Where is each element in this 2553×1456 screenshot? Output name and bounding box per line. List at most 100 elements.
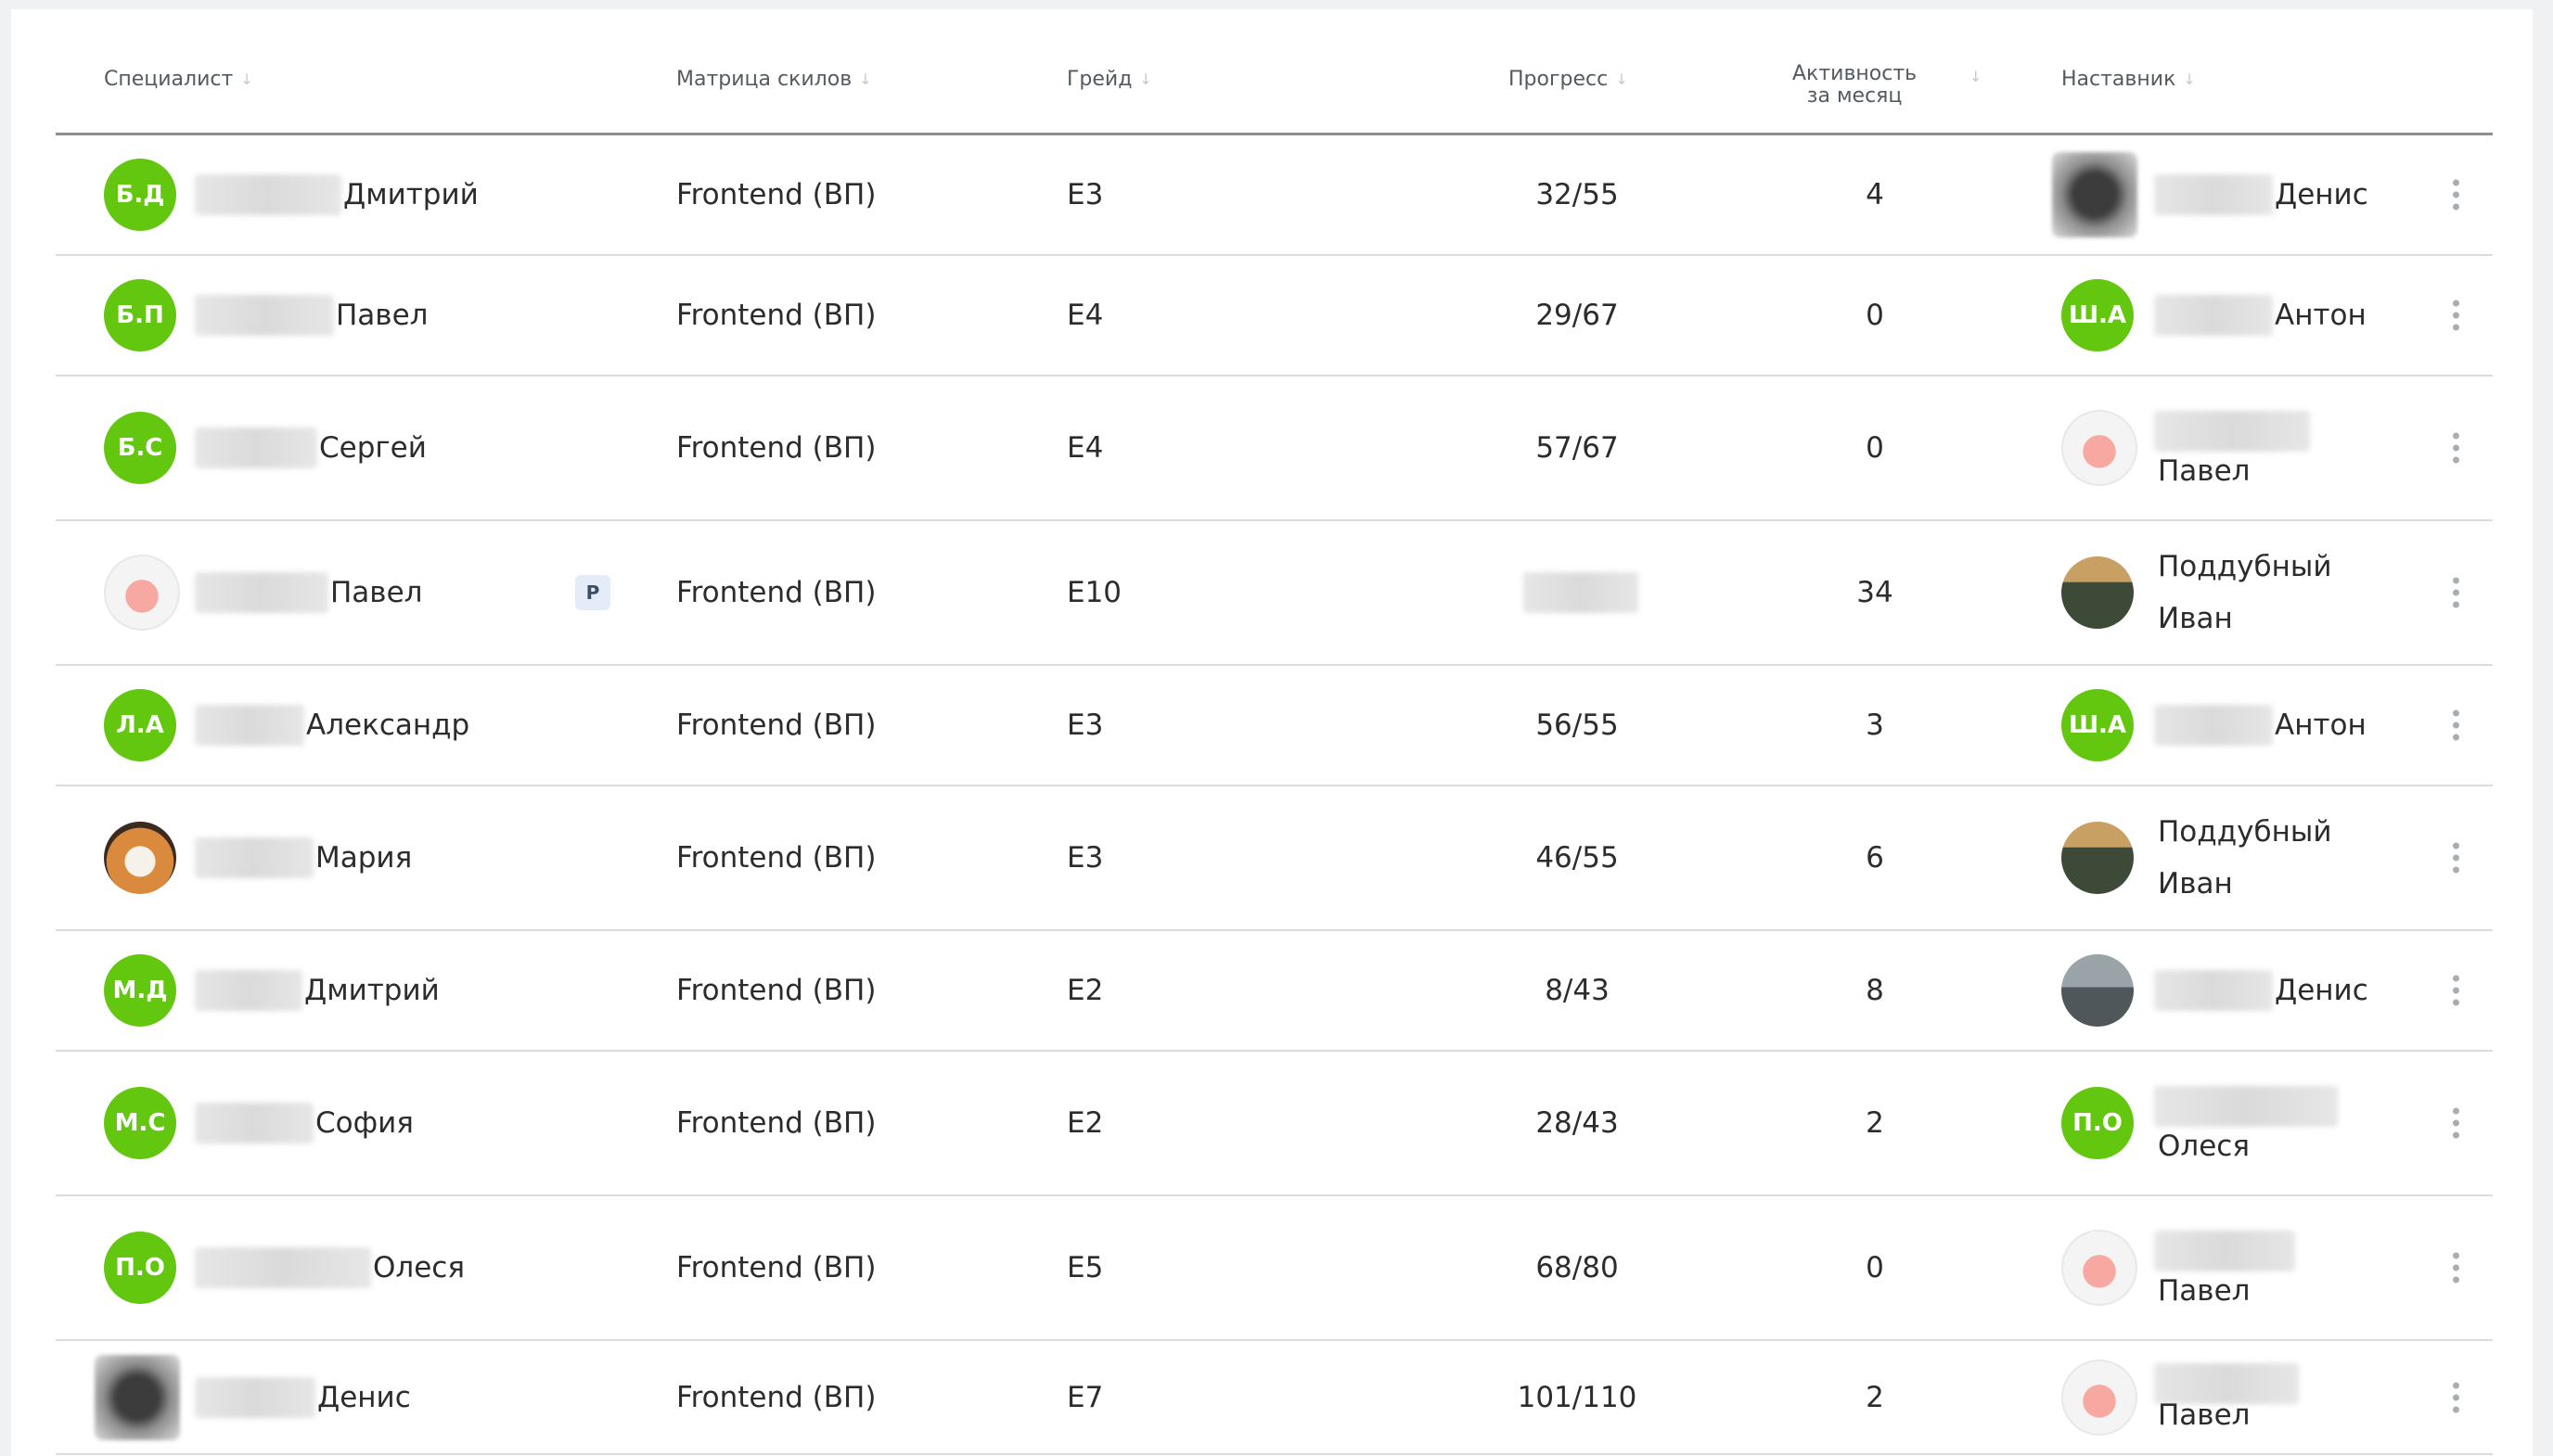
activity-count: 2 bbox=[1866, 1380, 1884, 1414]
row-menu-icon[interactable] bbox=[2450, 179, 2461, 211]
progress-value: 8/43 bbox=[1545, 974, 1610, 1007]
table-row[interactable]: П.О Олеся Frontend (ВП) E5 68/80 0 Павел bbox=[56, 1196, 2493, 1341]
menu-dot bbox=[2452, 999, 2459, 1006]
specialist-name[interactable]: София bbox=[315, 1106, 414, 1140]
table-row[interactable]: Б.С Сергей Frontend (ВП) E4 57/67 0 Павел bbox=[56, 377, 2493, 521]
column-header-activity[interactable]: Активность за месяц bbox=[1792, 63, 1917, 108]
mentor-name[interactable]: Павел bbox=[2158, 1399, 2250, 1432]
specialist-name[interactable]: Александр bbox=[306, 709, 469, 742]
redacted-mentor-surname bbox=[2154, 174, 2273, 215]
specialist-avatar: М.Д bbox=[104, 954, 176, 1027]
table-body: Б.Д Дмитрий Frontend (ВП) E3 32/55 4 Денис Б.П П… bbox=[56, 135, 2493, 1455]
mentor-name[interactable]: Поддубный Иван bbox=[2158, 806, 2332, 910]
row-menu-icon[interactable] bbox=[2450, 975, 2461, 1006]
grade: E4 bbox=[1067, 431, 1104, 465]
mentor-name[interactable]: Антон bbox=[2275, 299, 2367, 332]
sort-arrow-icon: ↓ bbox=[1139, 70, 1152, 88]
mentor-avatar: П.О bbox=[2061, 1087, 2134, 1159]
specialist-name[interactable]: Денис bbox=[317, 1381, 411, 1414]
activity-count: 8 bbox=[1866, 974, 1884, 1007]
column-header-matrix[interactable]: Матрица скилов ↓ bbox=[676, 68, 872, 91]
mentor-name[interactable]: Денис bbox=[2275, 178, 2368, 211]
table-row[interactable]: М.С София Frontend (ВП) E2 28/43 2 П.О Олеся bbox=[56, 1052, 2493, 1196]
specialist-avatar: Б.Д bbox=[104, 159, 176, 231]
progress-value: 68/80 bbox=[1535, 1251, 1619, 1284]
row-menu-icon[interactable] bbox=[2450, 577, 2461, 608]
sort-arrow-icon: ↓ bbox=[2183, 70, 2196, 88]
table-row[interactable]: Б.Д Дмитрий Frontend (ВП) E3 32/55 4 Денис bbox=[56, 135, 2493, 256]
menu-dot bbox=[2452, 1264, 2459, 1271]
mentor-name[interactable]: Павел bbox=[2158, 1274, 2250, 1308]
grade: E10 bbox=[1067, 576, 1123, 609]
progress-value: 32/55 bbox=[1535, 178, 1619, 211]
row-menu-icon[interactable] bbox=[2450, 842, 2461, 874]
row-menu-icon[interactable] bbox=[2450, 709, 2461, 741]
specialist-name[interactable]: Павел bbox=[330, 576, 422, 609]
skill-matrix: Frontend (ВП) bbox=[676, 1380, 877, 1414]
skill-matrix: Frontend (ВП) bbox=[676, 974, 877, 1007]
menu-dot bbox=[2452, 589, 2459, 596]
mentor-avatar: Ш.А bbox=[2061, 689, 2134, 761]
table-row[interactable]: М.Д Дмитрий Frontend (ВП) E2 8/43 8 Денис bbox=[56, 931, 2493, 1052]
activity-count: 4 bbox=[1866, 178, 1884, 211]
skill-matrix: Frontend (ВП) bbox=[676, 178, 877, 211]
menu-dot bbox=[2452, 456, 2459, 464]
redacted-surname bbox=[195, 1376, 315, 1418]
column-header-grade[interactable]: Грейд ↓ bbox=[1067, 68, 1152, 91]
mentor-name[interactable]: Денис bbox=[2275, 974, 2368, 1007]
table-row[interactable]: Денис Frontend (ВП) E7 101/110 2 Павел bbox=[56, 1341, 2493, 1455]
specialist-avatar: П.О bbox=[104, 1232, 176, 1304]
menu-dot bbox=[2452, 444, 2459, 452]
mentor-name[interactable]: Олеся bbox=[2158, 1130, 2250, 1163]
row-menu-icon[interactable] bbox=[2450, 432, 2461, 464]
role-badge: P bbox=[575, 575, 610, 610]
mentor-name[interactable]: Поддубный Иван bbox=[2158, 541, 2332, 645]
blurred-photo-avatar bbox=[95, 1354, 180, 1440]
redacted-surname bbox=[195, 295, 334, 336]
progress-value: 29/67 bbox=[1535, 299, 1619, 332]
menu-dot bbox=[2452, 734, 2459, 741]
road-photo-avatar bbox=[2061, 954, 2134, 1027]
table-row[interactable]: Б.П Павел Frontend (ВП) E4 29/67 0 Ш.А Антон bbox=[56, 256, 2493, 377]
row-menu-icon[interactable] bbox=[2450, 1252, 2461, 1284]
mentor-first-name: Иван bbox=[2158, 867, 2233, 900]
redacted-surname bbox=[195, 837, 314, 878]
pig-avatar-icon bbox=[104, 555, 180, 631]
row-menu-icon[interactable] bbox=[2450, 1107, 2461, 1139]
menu-dot bbox=[2452, 179, 2459, 186]
specialist-name[interactable]: Мария bbox=[315, 841, 412, 875]
table-row[interactable]: Павел P Frontend (ВП) E10 34 Поддубный Иван bbox=[56, 521, 2493, 666]
specialist-name[interactable]: Павел bbox=[336, 299, 428, 332]
progress-value: 57/67 bbox=[1535, 431, 1619, 465]
sort-arrow-activity[interactable]: ↓ bbox=[1969, 68, 1982, 85]
specialist-name[interactable]: Сергей bbox=[319, 431, 427, 465]
grade: E3 bbox=[1067, 841, 1104, 875]
menu-dot bbox=[2452, 987, 2459, 994]
redacted-mentor-surname bbox=[2154, 1230, 2295, 1271]
column-header-progress[interactable]: Прогресс ↓ bbox=[1508, 68, 1628, 91]
menu-dot bbox=[2452, 432, 2459, 440]
grade: E7 bbox=[1067, 1380, 1104, 1414]
table-row[interactable]: Л.А Александр Frontend (ВП) E3 56/55 3 Ш.А Анто… bbox=[56, 666, 2493, 786]
mentor-first-name: Иван bbox=[2158, 602, 2233, 635]
specialist-name[interactable]: Дмитрий bbox=[304, 974, 440, 1007]
redacted-mentor-surname bbox=[2154, 705, 2273, 746]
specialist-name[interactable]: Олеся bbox=[373, 1251, 465, 1284]
column-header-specialist[interactable]: Специалист ↓ bbox=[104, 68, 253, 91]
grade: E2 bbox=[1067, 1106, 1104, 1140]
grade: E4 bbox=[1067, 299, 1104, 332]
mentor-name[interactable]: Павел bbox=[2158, 454, 2250, 488]
pig-avatar-icon bbox=[2061, 1230, 2137, 1306]
mentor-name[interactable]: Антон bbox=[2275, 709, 2367, 742]
table-row[interactable]: Мария Frontend (ВП) E3 46/55 6 Поддубный Иван bbox=[56, 786, 2493, 931]
skill-matrix: Frontend (ВП) bbox=[676, 709, 877, 742]
column-header-mentor[interactable]: Наставник ↓ bbox=[2061, 68, 2196, 91]
mentor-surname: Поддубный bbox=[2158, 815, 2332, 849]
pig-avatar-icon bbox=[2061, 1359, 2137, 1436]
menu-dot bbox=[2452, 1394, 2459, 1400]
menu-dot bbox=[2452, 1131, 2459, 1139]
row-menu-icon[interactable] bbox=[2450, 1382, 2461, 1412]
row-menu-icon[interactable] bbox=[2450, 300, 2461, 331]
specialist-name[interactable]: Дмитрий bbox=[343, 178, 479, 211]
sort-arrow-icon: ↓ bbox=[240, 70, 253, 88]
